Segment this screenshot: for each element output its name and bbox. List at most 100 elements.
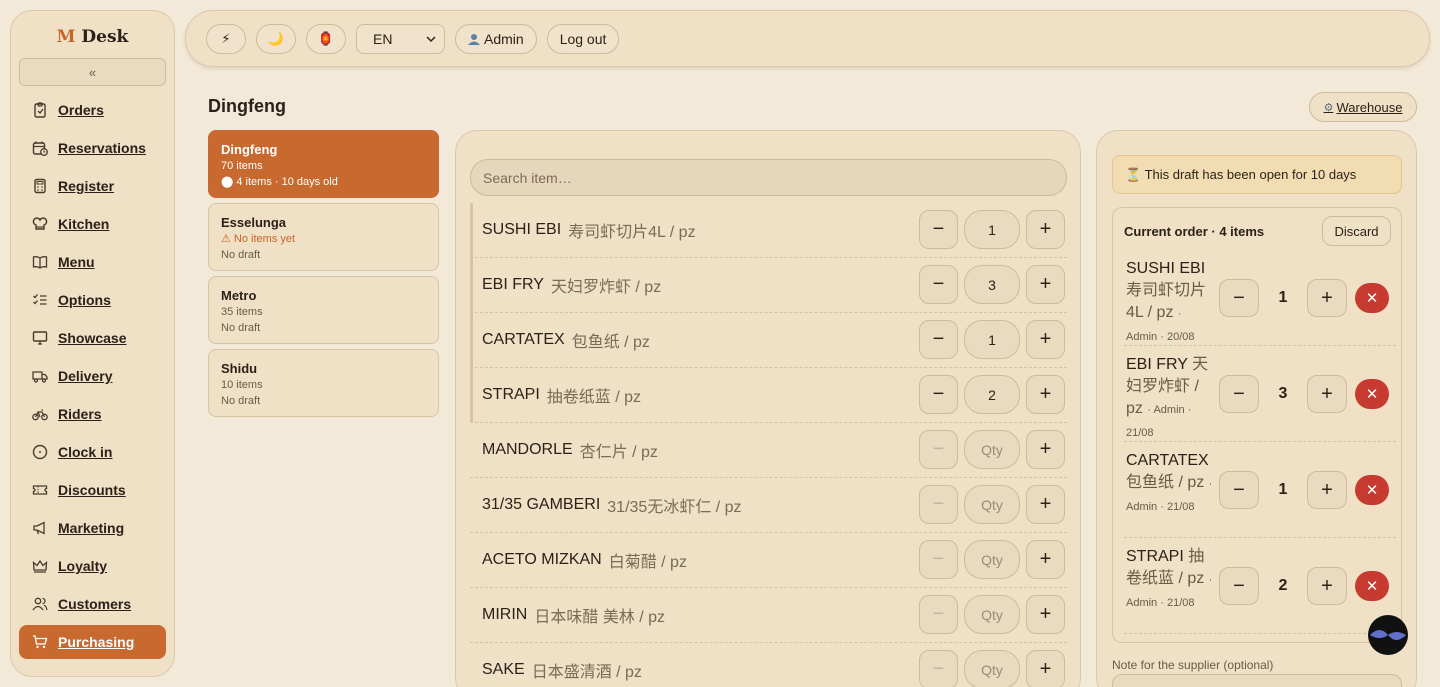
increment-button[interactable]: + <box>1026 650 1065 687</box>
assistant-fab[interactable] <box>1368 615 1408 655</box>
draft-age-notice: ⏳ This draft has been open for 10 days <box>1112 155 1402 194</box>
decrement-button[interactable]: − <box>1219 279 1259 317</box>
quantity-input[interactable]: Qty <box>964 540 1020 579</box>
sidebar-item-options[interactable]: Options <box>19 283 166 317</box>
item-name: STRAPI <box>482 386 540 403</box>
quantity-input[interactable]: Qty <box>964 485 1020 524</box>
item-name: ACETO MIZKAN <box>482 551 602 568</box>
order-line-quantity: 3 <box>1278 385 1288 402</box>
logout-button[interactable]: Log out <box>546 23 620 54</box>
quantity-input[interactable]: 3 <box>964 265 1020 304</box>
search-input[interactable]: Search item… <box>470 159 1067 196</box>
remove-line-button[interactable]: ✕ <box>1355 283 1389 313</box>
order-line: CARTATEX 包鱼纸 / pz · Admin · 21/08−1 + ✕ <box>1124 444 1396 538</box>
supplier-card-shidu[interactable]: Shidu 10 items No draft <box>208 349 439 417</box>
order-line-stepper: − 3 + ✕ <box>1219 375 1389 413</box>
quantity-input[interactable]: 1 <box>964 210 1020 249</box>
sidebar-item-customers[interactable]: Customers <box>19 587 166 621</box>
increment-button[interactable]: + <box>1026 595 1065 634</box>
item-description: 寿司虾切片4L / pz <box>568 224 696 241</box>
sidebar-item-showcase[interactable]: Showcase <box>19 321 166 355</box>
decrement-button[interactable]: − <box>1219 567 1259 605</box>
increment-button[interactable]: + <box>1026 485 1065 524</box>
warehouse-button[interactable]: ⚙ Warehouse <box>1309 92 1417 122</box>
sidebar-item-clock-in[interactable]: Clock in <box>19 435 166 469</box>
item-row: EBI FRY 天妇罗炸虾 / pz −3 + <box>470 258 1067 313</box>
item-name: EBI FRY <box>482 276 544 293</box>
increment-button[interactable]: + <box>1026 540 1065 579</box>
increment-button[interactable]: + <box>1307 375 1347 413</box>
supplier-card-dingfeng[interactable]: Dingfeng 70 items ⬤ 4 items · 10 days old <box>208 130 439 198</box>
increment-button[interactable]: + <box>1026 320 1065 359</box>
quantity-input[interactable]: 2 <box>964 375 1020 414</box>
lantern-button[interactable]: 🏮 <box>306 23 346 54</box>
sidebar-item-discounts[interactable]: Discounts <box>19 473 166 507</box>
increment-button[interactable]: + <box>1026 375 1065 414</box>
decrement-button[interactable]: − <box>1219 471 1259 509</box>
sidebar-item-menu[interactable]: Menu <box>19 245 166 279</box>
increment-button[interactable]: + <box>1026 210 1065 249</box>
theme-toggle-button[interactable]: 🌙 <box>256 23 296 54</box>
sidebar-nav: Orders Reservations Register Kitchen Menu Opt… <box>19 93 166 663</box>
supplier-name: Metro <box>221 288 257 303</box>
decrement-button[interactable]: − <box>919 595 958 634</box>
gear-icon: ⚙ <box>1323 101 1334 114</box>
order-line-stepper: − 1 + ✕ <box>1219 279 1389 317</box>
quantity-input[interactable]: 1 <box>964 320 1020 359</box>
sidebar-item-register[interactable]: Register <box>19 169 166 203</box>
item-name: MIRIN <box>482 606 528 623</box>
decrement-button[interactable]: − <box>919 650 958 687</box>
quantity-input[interactable]: Qty <box>964 650 1020 687</box>
supplier-item-count: 10 items <box>221 379 263 391</box>
increment-button[interactable]: + <box>1026 265 1065 304</box>
quick-action-button[interactable]: ⚡ <box>206 23 246 54</box>
quantity-input[interactable]: Qty <box>964 430 1020 469</box>
increment-button[interactable]: + <box>1307 567 1347 605</box>
item-row: CARTATEX 包鱼纸 / pz −1 + <box>470 313 1067 368</box>
sidebar-item-orders[interactable]: Orders <box>19 93 166 127</box>
language-select[interactable]: EN <box>356 23 445 54</box>
remove-line-button[interactable]: ✕ <box>1355 379 1389 409</box>
decrement-button[interactable]: − <box>919 485 958 524</box>
increment-button[interactable]: + <box>1307 471 1347 509</box>
sidebar-item-kitchen[interactable]: Kitchen <box>19 207 166 241</box>
monitor-icon <box>32 330 48 346</box>
decrement-button[interactable]: − <box>919 265 958 304</box>
supplier-card-esselunga[interactable]: Esselunga ⚠ No items yet No draft <box>208 203 439 271</box>
sidebar-item-purchasing[interactable]: Purchasing <box>19 625 166 659</box>
increment-button[interactable]: + <box>1026 430 1065 469</box>
user-button[interactable]: Admin <box>455 23 537 54</box>
sidebar-item-label: Showcase <box>58 330 127 346</box>
chef-hat-icon <box>32 216 48 232</box>
close-icon: ✕ <box>1365 578 1379 595</box>
brand-logo[interactable]: M Desk <box>11 27 174 47</box>
decrement-button[interactable]: − <box>919 320 958 359</box>
decrement-button[interactable]: − <box>1219 375 1259 413</box>
remove-line-button[interactable]: ✕ <box>1355 475 1389 505</box>
sidebar-item-label: Purchasing <box>58 634 135 650</box>
supplier-name: Dingfeng <box>221 142 278 157</box>
sidebar-item-riders[interactable]: Riders <box>19 397 166 431</box>
decrement-button[interactable]: − <box>919 375 958 414</box>
item-description: 杏仁片 / pz <box>579 444 658 461</box>
sidebar-item-label: Register <box>58 178 115 194</box>
decrement-button[interactable]: − <box>919 430 958 469</box>
calculator-icon <box>32 178 48 194</box>
discard-button[interactable]: Discard <box>1322 216 1391 246</box>
item-row: SUSHI EBI 寿司虾切片4L / pz −1 + <box>470 203 1067 258</box>
decrement-button[interactable]: − <box>919 210 958 249</box>
close-icon: ✕ <box>1365 482 1379 499</box>
sidebar-item-marketing[interactable]: Marketing <box>19 511 166 545</box>
increment-button[interactable]: + <box>1307 279 1347 317</box>
sidebar-item-delivery[interactable]: Delivery <box>19 359 166 393</box>
supplier-note-field[interactable] <box>1112 674 1402 687</box>
sidebar-item-label: Menu <box>58 254 95 270</box>
collapse-sidebar-button[interactable]: « <box>19 58 166 86</box>
quantity-input[interactable]: Qty <box>964 595 1020 634</box>
sidebar-item-reservations[interactable]: Reservations <box>19 131 166 165</box>
remove-line-button[interactable]: ✕ <box>1355 571 1389 601</box>
decrement-button[interactable]: − <box>919 540 958 579</box>
supplier-card-metro[interactable]: Metro 35 items No draft <box>208 276 439 344</box>
sidebar-item-loyalty[interactable]: Loyalty <box>19 549 166 583</box>
item-description: 日本盛清酒 / pz <box>531 664 642 681</box>
